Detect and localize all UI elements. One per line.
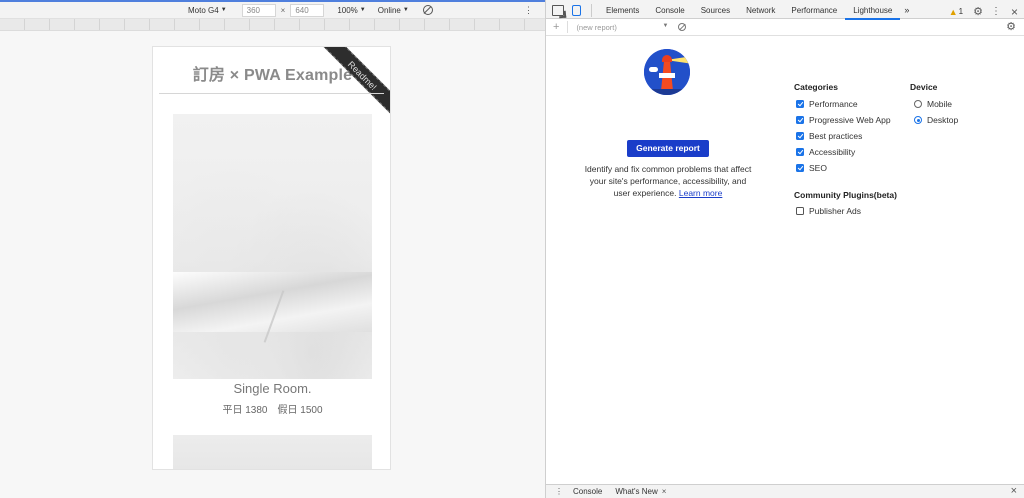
category-seo[interactable]: SEO	[796, 162, 827, 174]
category-label: SEO	[809, 163, 827, 173]
device-select[interactable]: Moto G4 ▼	[188, 2, 227, 18]
dimensions: 360 × 640	[239, 2, 328, 18]
checkbox-checked[interactable]	[796, 148, 804, 156]
device-toolbar: Moto G4 ▼ 360 × 640 100% ▼ Online ▼ ⋮	[0, 2, 545, 19]
generate-report-button[interactable]: Generate report	[627, 140, 709, 157]
network-throttle-select[interactable]: Online ▼	[378, 2, 409, 18]
room-name: Single Room.	[233, 381, 312, 396]
plugin-publisher-ads[interactable]: Publisher Ads	[796, 205, 861, 217]
devtools-tabbar: Elements Console Sources Network Perform…	[546, 0, 1024, 20]
network-label: Online	[377, 5, 401, 15]
close-icon[interactable]: ×	[1011, 5, 1018, 19]
devtools-panel: Elements Console Sources Network Perform…	[545, 0, 1024, 498]
chevron-down-icon: ▼	[402, 7, 409, 13]
chevron-down-icon: ▼	[220, 7, 227, 13]
description-text: Identify and fix common problems that af…	[584, 164, 752, 198]
devtools-drawer: ⋮ Console What's New × ×	[546, 484, 1024, 498]
radio-unselected[interactable]	[914, 100, 922, 108]
inspect-element-icon[interactable]	[552, 4, 564, 16]
width-input[interactable]: 360	[241, 3, 276, 17]
tab-console[interactable]: Console	[647, 1, 692, 20]
chevron-down-icon: ▼	[662, 22, 669, 29]
checkbox-checked[interactable]	[796, 116, 804, 124]
tab-elements[interactable]: Elements	[598, 1, 647, 20]
divider	[591, 3, 592, 17]
category-pwa[interactable]: Progressive Web App	[796, 114, 891, 126]
room-image[interactable]	[173, 435, 372, 469]
learn-more-link[interactable]: Learn more	[679, 188, 722, 198]
clear-icon[interactable]	[678, 23, 687, 31]
chevron-down-icon: ▼	[359, 7, 366, 13]
warning-count[interactable]: 1	[959, 7, 963, 16]
gear-icon[interactable]: ⚙	[1006, 20, 1016, 33]
report-toolbar: + (new report) ▼ ⚙	[546, 19, 1024, 36]
device-label: Desktop	[927, 115, 959, 125]
device-select-label: Moto G4	[188, 5, 219, 15]
checkbox-unchecked[interactable]	[796, 207, 804, 215]
tab-sources[interactable]: Sources	[693, 1, 738, 20]
drawer-tab-whats-new[interactable]: What's New	[615, 487, 657, 496]
device-emulation-pane: Moto G4 ▼ 360 × 640 100% ▼ Online ▼ ⋮ 訂房…	[0, 0, 545, 498]
device-mobile[interactable]: Mobile	[914, 98, 952, 110]
divider	[567, 21, 569, 33]
device-heading: Device	[910, 82, 938, 92]
zoom-label: 100%	[337, 5, 358, 15]
plus-icon[interactable]: +	[553, 21, 559, 33]
dimension-separator: ×	[280, 5, 286, 15]
device-viewport: 訂房 × PWA Example Readme! Single Room. 平日…	[152, 46, 391, 470]
report-select-label: (new report)	[576, 22, 617, 32]
category-performance[interactable]: Performance	[796, 98, 858, 110]
radio-selected[interactable]	[914, 116, 922, 124]
zoom-select[interactable]: 100% ▼	[337, 2, 365, 18]
device-label: Mobile	[927, 99, 953, 109]
gear-icon[interactable]: ⚙	[973, 5, 983, 18]
more-options-icon[interactable]: ⋮	[524, 5, 533, 16]
categories-heading: Categories	[794, 82, 838, 92]
warning-icon[interactable]: ▲	[949, 7, 958, 17]
device-desktop[interactable]: Desktop	[914, 114, 958, 126]
more-tabs-icon[interactable]: »	[904, 5, 909, 15]
checkbox-checked[interactable]	[796, 164, 804, 172]
room-image[interactable]	[173, 114, 372, 379]
plugins-heading: Community Plugins(beta)	[794, 190, 897, 200]
device-toggle-icon[interactable]	[572, 4, 581, 16]
rotate-icon[interactable]	[422, 5, 433, 15]
close-tab-icon[interactable]: ×	[662, 487, 667, 496]
tab-performance[interactable]: Performance	[783, 1, 845, 20]
category-label: Accessibility	[809, 147, 856, 157]
category-label: Performance	[809, 99, 858, 109]
close-icon[interactable]: ×	[1011, 485, 1017, 498]
tab-lighthouse[interactable]: Lighthouse	[845, 1, 901, 20]
ruler	[0, 19, 545, 31]
category-label: Progressive Web App	[809, 115, 891, 125]
checkbox-checked[interactable]	[796, 100, 804, 108]
category-accessibility[interactable]: Accessibility	[796, 146, 855, 158]
room-price: 平日 1380 假日 1500	[222, 405, 323, 416]
plugin-label: Publisher Ads	[809, 206, 861, 216]
drawer-menu-icon[interactable]: ⋮	[555, 487, 563, 496]
category-best-practices[interactable]: Best practices	[796, 130, 862, 142]
tab-network[interactable]: Network	[738, 1, 783, 20]
lighthouse-start-view: Generate report Identify and fix common …	[546, 36, 1024, 476]
lighthouse-description: Identify and fix common problems that af…	[582, 163, 754, 199]
drawer-tab-console[interactable]: Console	[573, 487, 602, 496]
height-input[interactable]: 640	[290, 3, 325, 17]
more-options-icon[interactable]: ⋮	[991, 6, 1001, 17]
lighthouse-logo-icon	[644, 49, 690, 95]
report-select[interactable]: (new report) ▼	[576, 23, 668, 32]
checkbox-checked[interactable]	[796, 132, 804, 140]
category-label: Best practices	[809, 131, 863, 141]
divider	[159, 93, 384, 94]
